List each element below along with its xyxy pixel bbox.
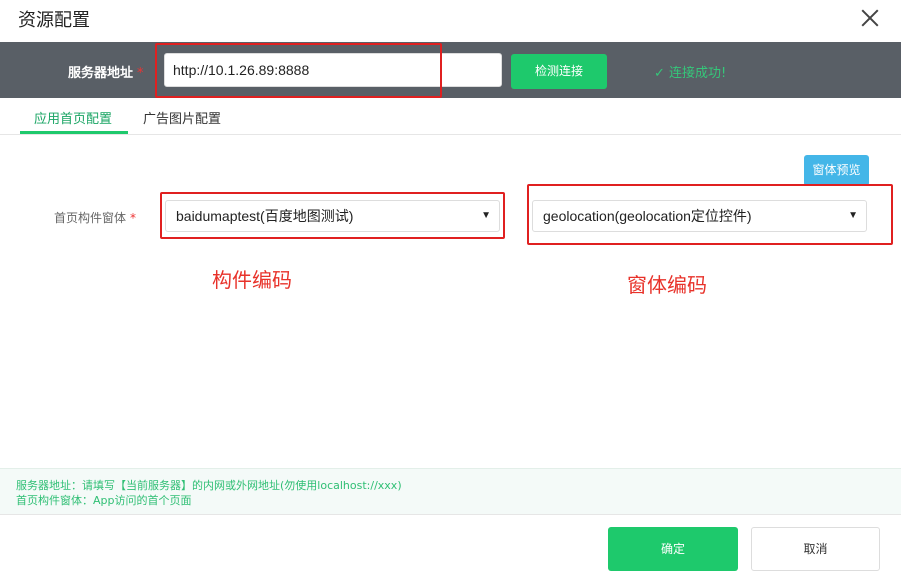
test-connection-button[interactable]: 检测连接 <box>511 54 607 89</box>
required-mark: * <box>130 211 137 225</box>
home-component-form-label: 首页构件窗体 * <box>54 209 136 226</box>
annotation-box-component <box>160 192 505 239</box>
confirm-button[interactable]: 确定 <box>608 527 738 571</box>
connection-status: ✓ 连接成功! <box>654 66 727 81</box>
active-tab-indicator <box>20 131 128 134</box>
cancel-button[interactable]: 取消 <box>751 527 880 571</box>
annotation-box-server <box>155 43 442 98</box>
footer-divider <box>0 514 901 515</box>
annotation-box-form <box>527 184 893 245</box>
required-mark: * <box>137 66 144 81</box>
tab-home-config[interactable]: 应用首页配置 <box>34 108 112 127</box>
annotation-component-code: 构件编码 <box>212 268 292 292</box>
server-address-label: 服务器地址 * <box>68 62 144 81</box>
hint-server-address: 服务器地址：请填写【当前服务器】的内网或外网地址(勿使用localhost://… <box>16 479 402 492</box>
server-address-label-text: 服务器地址 <box>68 66 134 81</box>
home-component-form-label-text: 首页构件窗体 <box>54 211 127 225</box>
tab-ad-image-config[interactable]: 广告图片配置 <box>143 108 221 127</box>
dialog-title: 资源配置 <box>18 10 90 31</box>
hint-home-form: 首页构件窗体：App访问的首个页面 <box>16 494 192 507</box>
annotation-form-code: 窗体编码 <box>627 273 707 297</box>
close-icon[interactable] <box>858 6 882 30</box>
tab-bar <box>0 100 901 135</box>
form-preview-button[interactable]: 窗体预览 <box>804 155 869 186</box>
